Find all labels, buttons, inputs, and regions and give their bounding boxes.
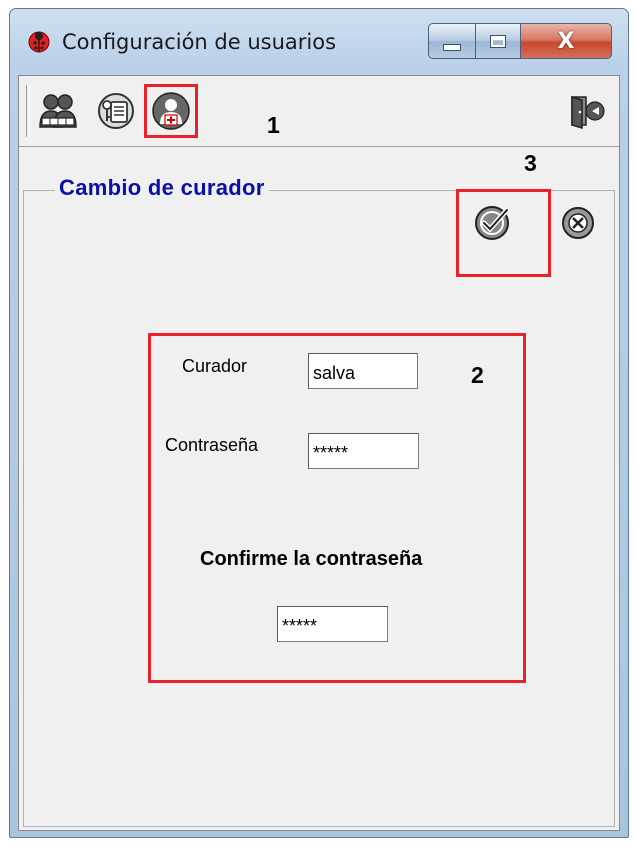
curator-input[interactable] (308, 353, 418, 389)
window-title: Configuración de usuarios (62, 30, 337, 54)
confirm-password-label: Confirme la contraseña (200, 548, 423, 570)
annotation-marker-2: 2 (471, 362, 484, 388)
minimize-button[interactable] (428, 23, 476, 59)
toolbar (19, 76, 619, 147)
cancel-button[interactable] (556, 201, 600, 245)
exit-door-icon (571, 95, 605, 130)
curator-label: Curador (182, 356, 248, 376)
maximize-button[interactable] (475, 23, 521, 59)
confirm-password-input[interactable] (277, 606, 388, 642)
panel-title: Cambio de curador (55, 175, 269, 201)
title-bar[interactable]: Configuración de usuarios X (10, 9, 628, 75)
annotation-box-1 (144, 84, 198, 138)
password-input[interactable] (308, 433, 419, 469)
password-label: Contraseña (165, 435, 259, 455)
user-key-icon (98, 93, 134, 129)
maximize-icon (490, 34, 506, 48)
users-group-icon (39, 94, 77, 128)
annotation-box-3 (456, 189, 551, 277)
exit-button[interactable] (563, 88, 609, 134)
close-button[interactable]: X (520, 23, 612, 59)
user-permissions-button[interactable] (93, 88, 139, 134)
toolbar-grip (26, 85, 30, 137)
close-icon: X (557, 28, 575, 54)
users-button[interactable] (35, 88, 81, 134)
ladybug-app-icon (28, 31, 50, 53)
annotation-marker-3: 3 (524, 150, 537, 176)
app-window: Configuración de usuarios X 1 3 Cambio d… (9, 8, 629, 838)
client-area: 1 3 Cambio de curador 2 Curador salva Co… (18, 75, 620, 831)
annotation-marker-1: 1 (267, 112, 280, 138)
minimize-icon (443, 43, 461, 51)
cancel-circle-icon (562, 207, 594, 239)
